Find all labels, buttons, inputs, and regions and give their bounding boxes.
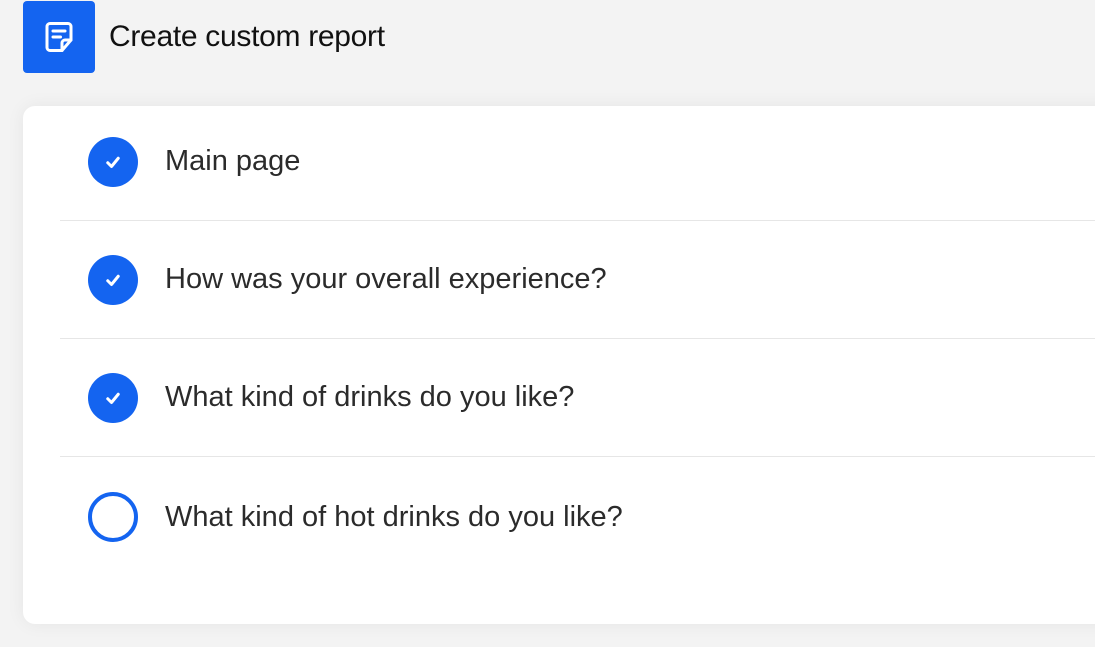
empty-circle-icon[interactable] — [88, 492, 138, 542]
step-label: What kind of hot drinks do you like? — [165, 500, 623, 533]
report-document-icon — [23, 1, 95, 73]
step-item-main-page[interactable]: Main page — [60, 103, 1095, 221]
step-item-overall-experience[interactable]: How was your overall experience? — [60, 221, 1095, 339]
step-item-hot-drinks[interactable]: What kind of hot drinks do you like? — [60, 457, 1095, 577]
steps-list: Main page How was your overall experienc… — [60, 103, 1095, 577]
step-label: How was your overall experience? — [165, 263, 607, 295]
check-icon[interactable] — [88, 372, 138, 423]
step-label: Main page — [165, 145, 301, 177]
step-item-drinks[interactable]: What kind of drinks do you like? — [60, 339, 1095, 457]
steps-card: Main page How was your overall experienc… — [23, 106, 1095, 624]
report-header: Create custom report — [23, 1, 385, 73]
page-title: Create custom report — [109, 20, 385, 53]
check-icon[interactable] — [88, 136, 138, 187]
check-icon[interactable] — [88, 254, 138, 305]
step-label: What kind of drinks do you like? — [165, 381, 575, 413]
